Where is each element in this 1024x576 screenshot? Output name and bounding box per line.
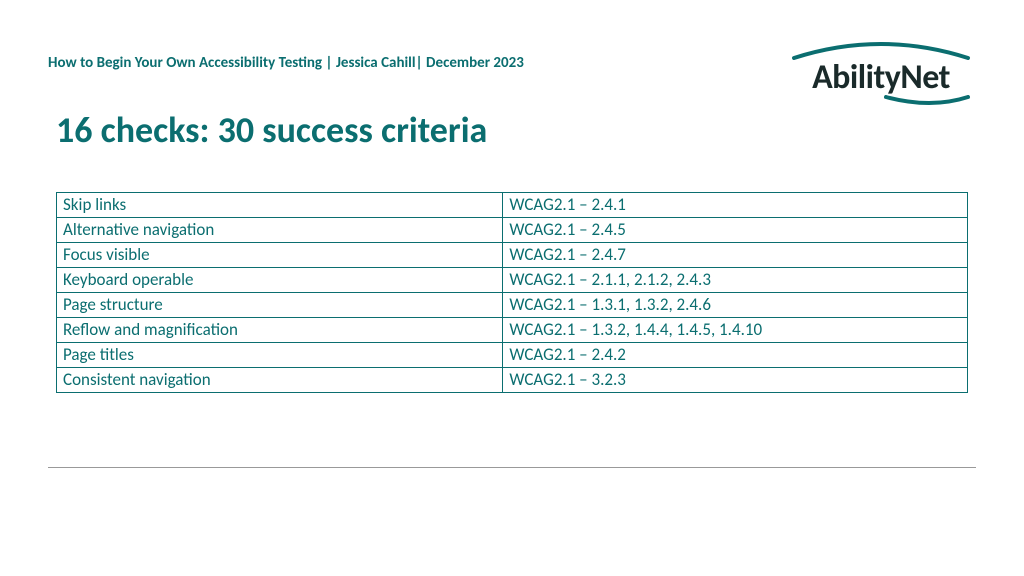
table-row: Page structureWCAG2.1 – 1.3.1, 1.3.2, 2.… <box>57 293 968 318</box>
criteria-cell: WCAG2.1 – 2.4.5 <box>503 218 968 243</box>
check-cell: Page titles <box>57 343 503 368</box>
criteria-cell: WCAG2.1 – 2.4.1 <box>503 193 968 218</box>
table-row: Consistent navigationWCAG2.1 – 3.2.3 <box>57 368 968 393</box>
abilitynet-logo: AbilityNet <box>786 38 976 114</box>
check-cell: Reflow and magnification <box>57 318 503 343</box>
check-cell: Page structure <box>57 293 503 318</box>
check-cell: Consistent navigation <box>57 368 503 393</box>
check-cell: Keyboard operable <box>57 268 503 293</box>
table-row: Skip linksWCAG2.1 – 2.4.1 <box>57 193 968 218</box>
criteria-cell: WCAG2.1 – 3.2.3 <box>503 368 968 393</box>
header-breadcrumb: How to Begin Your Own Accessibility Test… <box>48 54 524 72</box>
table-row: Keyboard operableWCAG2.1 – 2.1.1, 2.1.2,… <box>57 268 968 293</box>
footer-divider <box>48 467 976 468</box>
logo-text: AbilityNet <box>786 61 976 95</box>
criteria-cell: WCAG2.1 – 1.3.2, 1.4.4, 1.4.5, 1.4.10 <box>503 318 968 343</box>
page-title: 16 checks: 30 success criteria <box>56 108 487 152</box>
criteria-cell: WCAG2.1 – 2.4.7 <box>503 243 968 268</box>
table-row: Page titlesWCAG2.1 – 2.4.2 <box>57 343 968 368</box>
table-row: Reflow and magnificationWCAG2.1 – 1.3.2,… <box>57 318 968 343</box>
check-cell: Focus visible <box>57 243 503 268</box>
check-cell: Skip links <box>57 193 503 218</box>
logo-arc-bottom-icon <box>786 95 976 109</box>
criteria-cell: WCAG2.1 – 2.1.1, 2.1.2, 2.4.3 <box>503 268 968 293</box>
criteria-cell: WCAG2.1 – 2.4.2 <box>503 343 968 368</box>
table-row: Focus visibleWCAG2.1 – 2.4.7 <box>57 243 968 268</box>
check-cell: Alternative navigation <box>57 218 503 243</box>
criteria-cell: WCAG2.1 – 1.3.1, 1.3.2, 2.4.6 <box>503 293 968 318</box>
table-row: Alternative navigationWCAG2.1 – 2.4.5 <box>57 218 968 243</box>
checks-table: Skip linksWCAG2.1 – 2.4.1Alternative nav… <box>56 192 968 393</box>
